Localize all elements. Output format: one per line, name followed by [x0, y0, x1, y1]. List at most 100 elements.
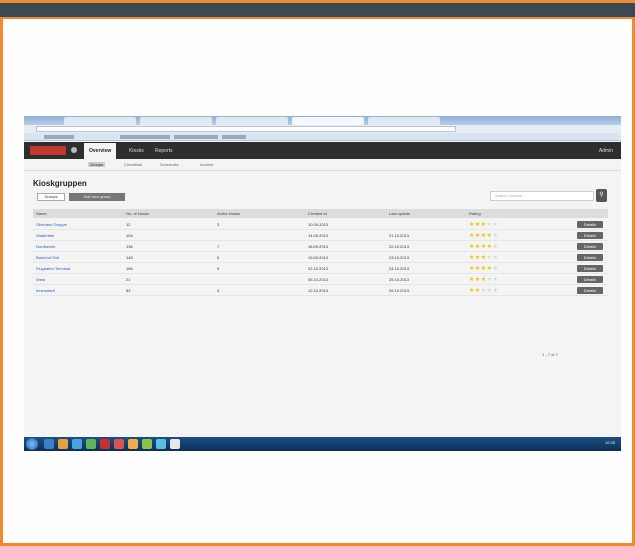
search-input[interactable]: Search Groups [490, 191, 594, 201]
group-name-link[interactable]: Bahnhof Süd [36, 255, 59, 260]
table-cell: 10.09.2013 [308, 222, 329, 227]
table-cell: 24.10.2013 [389, 266, 410, 271]
bookmark-item[interactable] [174, 135, 218, 139]
group-name-link[interactable]: Flughafen Terminal [36, 266, 70, 271]
pagination[interactable]: 1 - 7 of 7 [542, 352, 558, 357]
column-header[interactable]: No. of kiosks [126, 211, 149, 216]
table-cell: 104 [126, 233, 133, 238]
row-details-button[interactable]: Details [577, 287, 603, 294]
subnav-archive[interactable]: Archive [200, 162, 213, 167]
bookmarks-bar [24, 133, 621, 141]
star-icon[interactable]: ★ [493, 222, 499, 228]
app-icon[interactable] [170, 439, 180, 449]
table-cell: 14.09.2013 [308, 233, 329, 238]
table-cell: 21.10.2013 [389, 233, 410, 238]
rating-stars[interactable]: ★★★★★ [469, 233, 498, 239]
page-title: Kioskgruppen [33, 179, 87, 188]
table-cell: 21 [126, 277, 131, 282]
row-details-button[interactable]: Details [577, 276, 603, 283]
group-name-link[interactable]: Oberland Gruppe [36, 222, 67, 227]
subnav-checklists[interactable]: Checklists [124, 162, 142, 167]
subnav-schedules[interactable]: Schedules [160, 162, 179, 167]
add-group-button[interactable]: Add new group [69, 193, 125, 201]
column-header[interactable]: Created at [308, 211, 327, 216]
browser-icon[interactable] [72, 439, 82, 449]
table-row[interactable]: Nordbezirk 136 7 18.09.2013 22.10.2013 ★★★★★ D… [33, 242, 608, 252]
star-icon[interactable]: ★ [493, 255, 499, 261]
table-row[interactable]: Innenstadt 83 4 12.10.2013 26.10.2013 ★★★★★ De… [33, 286, 608, 296]
table-row[interactable]: Oberland Gruppe 12 3 10.09.2013 ★★★★★ Details [33, 220, 608, 230]
table-cell: 148 [126, 255, 133, 260]
user-menu[interactable]: Admin [599, 148, 613, 154]
groups-button[interactable]: Groups [37, 193, 65, 201]
table-header: Name No. of kiosks Active kiosks Created… [33, 209, 608, 218]
star-icon[interactable]: ★ [493, 266, 499, 272]
app-icon[interactable] [100, 439, 110, 449]
app-icon[interactable] [156, 439, 166, 449]
rating-stars[interactable]: ★★★★★ [469, 255, 498, 261]
browser-tab[interactable] [140, 117, 212, 125]
star-icon[interactable]: ★ [493, 244, 499, 250]
row-details-button[interactable]: Details [577, 243, 603, 250]
column-header[interactable]: Last update [389, 211, 410, 216]
star-icon[interactable]: ★ [493, 277, 499, 283]
star-icon[interactable]: ★ [493, 233, 499, 239]
app-icon[interactable] [142, 439, 152, 449]
logo [30, 146, 66, 155]
app-icon[interactable] [86, 439, 96, 449]
table-row[interactable]: West 21 05.10.2013 25.10.2013 ★★★★★ Details [33, 275, 608, 285]
row-details-button[interactable]: Details [577, 254, 603, 261]
start-button-icon[interactable] [26, 438, 38, 450]
rating-stars[interactable]: ★★★★★ [469, 222, 498, 228]
table-cell: 26.10.2013 [389, 288, 410, 293]
table-cell: 25.10.2013 [389, 277, 410, 282]
table-cell: 3 [217, 222, 220, 227]
browser-tab[interactable] [64, 117, 136, 125]
bookmark-item[interactable] [222, 135, 246, 139]
windows-taskbar: 10:35 [24, 437, 621, 451]
table-cell: 12.10.2013 [308, 288, 329, 293]
table-cell: 23.10.2013 [389, 255, 410, 260]
table-cell: 05.10.2013 [308, 277, 329, 282]
search-icon[interactable]: ⚲ [596, 189, 607, 202]
home-icon[interactable] [71, 147, 77, 153]
browser-tab[interactable] [216, 117, 288, 125]
app-icon[interactable] [114, 439, 124, 449]
table-cell: 83 [126, 288, 131, 293]
browser-tab-strip [24, 116, 621, 125]
nav-tab-kiosks[interactable]: Kiosks [124, 143, 149, 159]
rating-stars[interactable]: ★★★★★ [469, 277, 498, 283]
table-cell: 19.09.2013 [308, 255, 329, 260]
bookmark-item[interactable] [44, 135, 74, 139]
rating-stars[interactable]: ★★★★★ [469, 288, 498, 294]
group-name-link[interactable]: Stadtmitte [36, 233, 54, 238]
table-row[interactable]: Bahnhof Süd 148 5 19.09.2013 23.10.2013 ★★★★★… [33, 253, 608, 263]
row-details-button[interactable]: Details [577, 232, 603, 239]
nav-tab-overview[interactable]: Overview [84, 143, 117, 159]
subnav-groups[interactable]: Groups [88, 162, 106, 167]
url-field[interactable] [36, 126, 456, 132]
bookmark-item[interactable] [120, 135, 170, 139]
row-details-button[interactable]: Details [577, 265, 603, 272]
app-icon[interactable] [128, 439, 138, 449]
browser-tab-active[interactable] [292, 117, 364, 125]
star-icon[interactable]: ★ [493, 288, 499, 294]
folder-icon[interactable] [58, 439, 68, 449]
nav-tab-reports[interactable]: Reports [150, 143, 178, 159]
explorer-icon[interactable] [44, 439, 54, 449]
group-name-link[interactable]: West [36, 277, 45, 282]
group-name-link[interactable]: Nordbezirk [36, 244, 55, 249]
rating-stars[interactable]: ★★★★★ [469, 244, 498, 250]
rating-stars[interactable]: ★★★★★ [469, 266, 498, 272]
group-name-link[interactable]: Innenstadt [36, 288, 55, 293]
table-row[interactable]: Stadtmitte 104 14.09.2013 21.10.2013 ★★★★★ De… [33, 231, 608, 241]
table-cell: 18.09.2013 [308, 244, 329, 249]
column-header[interactable]: Rating [469, 211, 481, 216]
column-header[interactable]: Active kiosks [217, 211, 240, 216]
browser-tab[interactable] [368, 117, 440, 125]
table-row[interactable]: Flughafen Terminal 186 9 02.10.2013 24.10.20… [33, 264, 608, 274]
app-header: Overview Kiosks Reports Admin [24, 142, 621, 159]
table-cell: 9 [217, 266, 220, 271]
column-header[interactable]: Name [36, 211, 47, 216]
row-details-button[interactable]: Details [577, 221, 603, 228]
